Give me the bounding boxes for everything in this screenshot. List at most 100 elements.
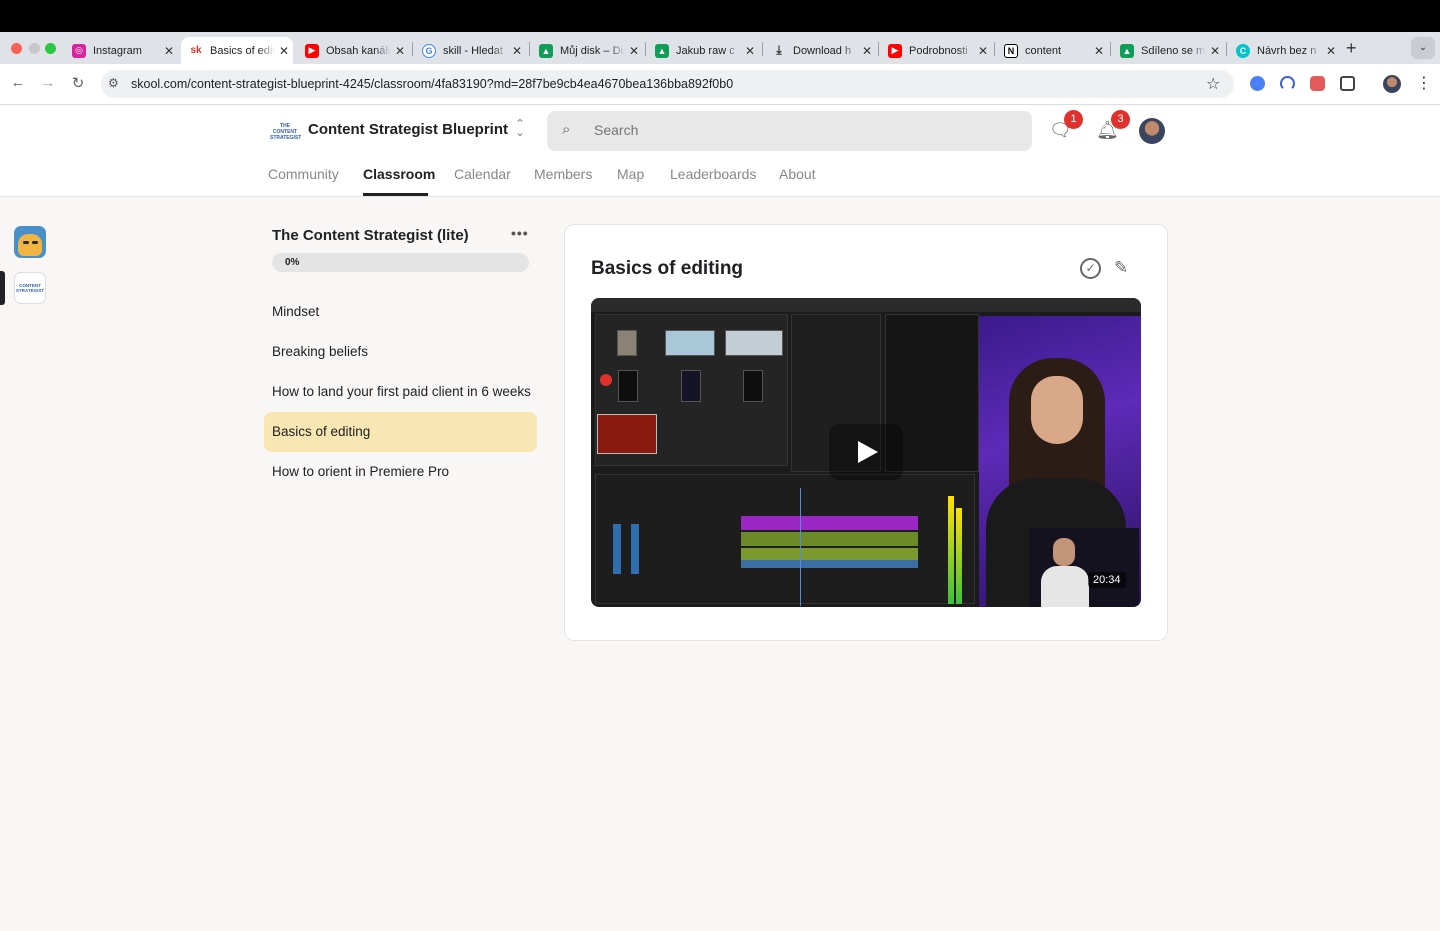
video-thumb [725,330,783,356]
tab-search-icon[interactable]: ⌄ [1411,37,1435,59]
tab-label: Jakub raw c [676,44,735,57]
drive-icon: ▲ [1120,43,1134,58]
url-text[interactable]: skool.com/content-strategist-blueprint-4… [131,77,733,91]
close-tab-icon[interactable]: ✕ [1206,44,1224,58]
tab-label: Instagram [93,44,142,57]
tab-separator [412,42,413,56]
drive-icon: ▲ [539,43,553,58]
group-title[interactable]: Content Strategist Blueprint [308,121,508,138]
content-strategist-icon[interactable]: CONTENT STRATEGIST [14,272,46,304]
timeline-clip [741,532,918,546]
webcam-person-body [1041,566,1089,607]
tab-label: content [1025,44,1062,57]
browser-menu-icon[interactable]: ⋮ [1416,73,1432,93]
browser-tab-notion[interactable]: N content ✕ [996,37,1108,64]
progress-label: 0% [285,257,300,268]
close-tab-icon[interactable]: ✕ [625,44,643,58]
tab-members[interactable]: Members [534,166,592,182]
audio-meter [956,508,962,604]
canva-icon: C [1236,43,1250,58]
cat-face [18,234,42,256]
browser-tab-instagram[interactable]: ◎ Instagram ✕ [64,37,178,64]
minimize-window-button[interactable] [29,43,40,54]
profile-avatar-icon[interactable] [1383,75,1401,93]
group-logo[interactable]: THE CONTENT STRATEGIST [270,120,301,141]
puzzle-icon[interactable] [1340,76,1355,91]
lesson-item[interactable]: How to land your first paid client in 6 … [264,372,537,412]
maximize-window-button[interactable] [45,43,56,54]
tab-label: Obsah kanálu [326,44,391,57]
reload-icon[interactable]: ↻ [68,74,88,92]
bookmark-star-icon[interactable]: ☆ [1206,74,1220,94]
close-tab-icon[interactable]: ✕ [858,44,876,58]
tab-map[interactable]: Map [617,166,644,182]
more-options-icon[interactable]: ••• [511,225,529,241]
browser-tab-skool[interactable]: sk Basics of editing ✕ [181,37,293,64]
video-editor-menubar [591,298,1141,312]
close-tab-icon[interactable]: ✕ [1322,44,1340,58]
close-tab-icon[interactable]: ✕ [1090,44,1108,58]
video-thumb [743,370,763,402]
new-tab-icon[interactable]: + [1346,38,1357,59]
tab-separator [994,42,995,56]
extension-icon-2[interactable] [1280,76,1295,91]
extension-icon[interactable] [1250,76,1265,91]
close-window-button[interactable] [11,43,22,54]
notification-badge: 3 [1111,110,1130,129]
forward-arrow-icon[interactable]: → [38,74,58,91]
tab-separator [1110,42,1111,56]
browser-tab-canva[interactable]: C Návrh bez n ✕ [1228,37,1340,64]
lesson-item[interactable]: Mindset [264,292,537,332]
user-avatar[interactable] [1139,118,1165,144]
tab-separator [529,42,530,56]
tab-separator [1226,42,1227,56]
lesson-item[interactable]: How to orient in Premiere Pro [264,452,537,492]
edit-pencil-icon[interactable]: ✎ [1114,258,1128,278]
tab-label: Basics of editing [210,44,275,57]
mark-complete-icon[interactable]: ✓ [1080,258,1101,279]
browser-tab-youtube[interactable]: ▶ Obsah kanálu ✕ [297,37,409,64]
video-duration: 20:34 [1088,572,1126,588]
tab-about[interactable]: About [779,166,816,182]
browser-tab-google[interactable]: G skill - Hledat ✕ [414,37,526,64]
lesson-item-active[interactable]: Basics of editing [264,412,537,452]
close-tab-icon[interactable]: ✕ [160,44,178,58]
close-tab-icon[interactable]: ✕ [391,44,409,58]
browser-tab-drive-2[interactable]: ▲ Jakub raw c ✕ [647,37,759,64]
youtube-icon: ▶ [305,43,319,58]
lesson-item[interactable]: Breaking beliefs [264,332,537,372]
chat-badge: 1 [1064,110,1083,129]
tab-label: Podrobnosti [909,44,968,57]
close-tab-icon[interactable]: ✕ [974,44,992,58]
browser-tab-youtube-2[interactable]: ▶ Podrobnosti ✕ [880,37,992,64]
video-player[interactable]: 20:34 [591,298,1141,607]
tab-classroom[interactable]: Classroom [363,166,435,182]
active-tab-underline [363,193,428,196]
search-input[interactable] [594,122,1014,138]
close-tab-icon[interactable]: ✕ [741,44,759,58]
tab-label: skill - Hledat [443,44,503,57]
playhead [800,488,801,606]
video-thumb [617,330,637,356]
track-header [631,524,639,574]
group-switcher-icon[interactable]: ⌃ ⌄ [513,119,527,139]
tab-leaderboards[interactable]: Leaderboards [670,166,756,182]
download-icon: ⤓ [776,43,782,57]
browser-tab-download[interactable]: ⤓ Download h ✕ [764,37,876,64]
tab-label: Sdíleno se m [1141,44,1206,57]
shield-extension-icon[interactable] [1310,76,1325,91]
site-info-icon[interactable]: ⚙ [108,76,119,90]
tab-label: Návrh bez n [1257,44,1317,57]
browser-tab-drive[interactable]: ▲ Můj disk – Disk ✕ [531,37,643,64]
os-top-bar [0,0,1440,32]
youtube-icon: ▶ [888,43,902,58]
play-button[interactable] [829,424,903,480]
close-tab-icon[interactable]: ✕ [275,44,293,58]
tab-calendar[interactable]: Calendar [454,166,511,182]
cat-community-icon[interactable] [14,226,46,258]
close-tab-icon[interactable]: ✕ [508,44,526,58]
timeline-clip [741,516,918,530]
browser-tab-drive-3[interactable]: ▲ Sdíleno se m ✕ [1112,37,1224,64]
tab-community[interactable]: Community [268,166,339,182]
back-arrow-icon[interactable]: ← [8,74,28,91]
